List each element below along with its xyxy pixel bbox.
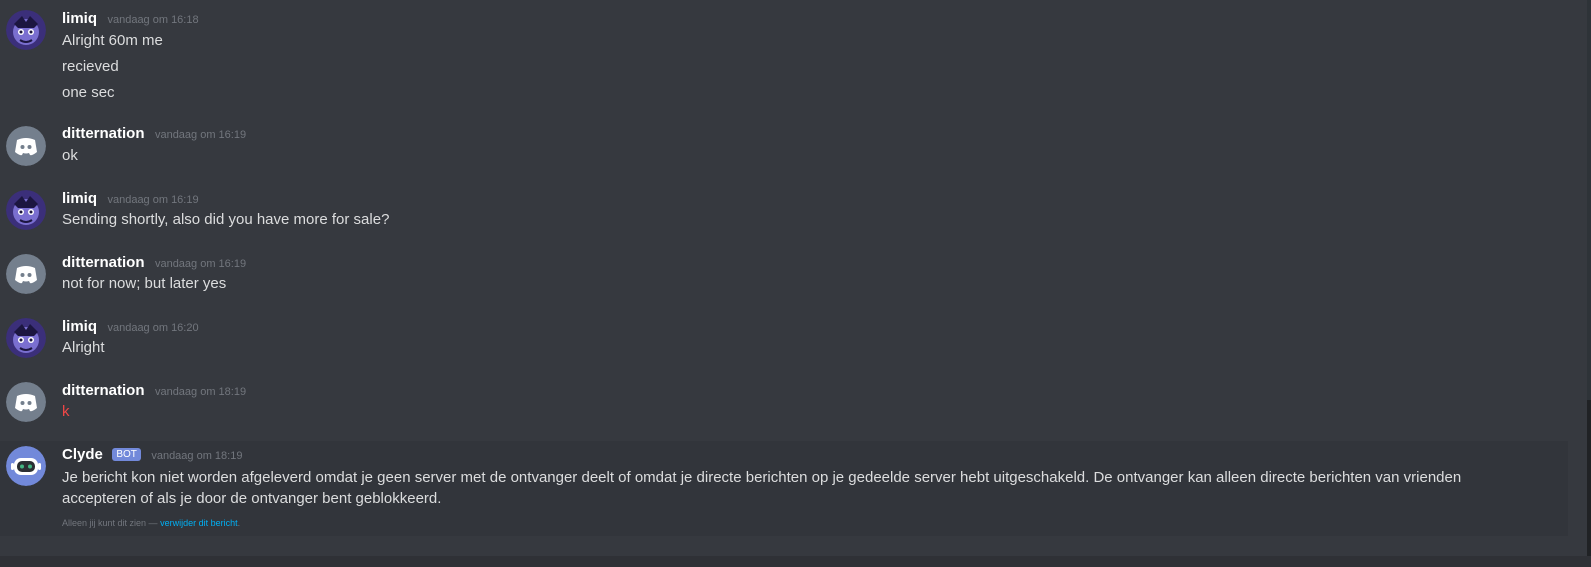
message-text: ok bbox=[62, 147, 78, 164]
discord-logo-icon bbox=[6, 126, 46, 166]
username[interactable]: ditternation bbox=[62, 125, 145, 142]
timestamp[interactable]: vandaag om 16:19 bbox=[155, 129, 246, 141]
timestamp[interactable]: vandaag om 18:19 bbox=[151, 450, 242, 462]
user-avatar-limiq[interactable] bbox=[6, 10, 46, 50]
timestamp[interactable]: vandaag om 16:19 bbox=[155, 258, 246, 270]
username[interactable]: limiq bbox=[62, 190, 97, 207]
user-avatar-limiq[interactable] bbox=[6, 318, 46, 358]
message-text: Alright bbox=[62, 339, 105, 356]
message-text: one sec bbox=[62, 84, 115, 101]
anime-avatar-icon bbox=[6, 10, 46, 50]
username[interactable]: Clyde bbox=[62, 446, 103, 463]
username[interactable]: ditternation bbox=[62, 382, 145, 399]
user-avatar-ditternation[interactable] bbox=[6, 254, 46, 294]
clyde-avatar[interactable] bbox=[6, 446, 46, 486]
message-header: limiq vandaag om 16:18 bbox=[62, 10, 199, 30]
anime-avatar-icon bbox=[6, 318, 46, 358]
discord-logo-icon bbox=[6, 254, 46, 294]
scrollbar-thumb[interactable] bbox=[1587, 400, 1591, 567]
username[interactable]: ditternation bbox=[62, 254, 145, 271]
message-header: Clyde BOT vandaag om 18:19 bbox=[62, 446, 242, 466]
message-text: recieved bbox=[62, 58, 119, 75]
discord-logo-icon bbox=[6, 382, 46, 422]
message-text: not for now; but later yes bbox=[62, 275, 227, 292]
bot-badge: BOT bbox=[112, 448, 141, 461]
scrollbar-track[interactable] bbox=[1587, 0, 1591, 567]
message-header: ditternation vandaag om 16:19 bbox=[62, 254, 246, 274]
username[interactable]: limiq bbox=[62, 10, 97, 27]
ephemeral-notice: Alleen jij kunt dit zien — verwijder dit… bbox=[62, 518, 240, 528]
timestamp[interactable]: vandaag om 18:19 bbox=[155, 386, 246, 398]
chat-messages: limiq vandaag om 16:18 Alright 60m me re… bbox=[0, 0, 1591, 567]
ephemeral-suffix: . bbox=[237, 518, 241, 528]
timestamp[interactable]: vandaag om 16:19 bbox=[107, 194, 198, 206]
message-header: ditternation vandaag om 16:19 bbox=[62, 125, 246, 145]
clyde-message-text: Je bericht kon niet worden afgeleverd om… bbox=[62, 469, 1462, 507]
user-avatar-ditternation[interactable] bbox=[6, 382, 46, 422]
message-header: ditternation vandaag om 18:19 bbox=[62, 382, 246, 402]
timestamp[interactable]: vandaag om 16:18 bbox=[107, 14, 198, 26]
clyde-robot-icon bbox=[6, 446, 46, 486]
ephemeral-note: Alleen jij kunt dit zien — bbox=[62, 518, 158, 528]
message-text: Sending shortly, also did you have more … bbox=[62, 211, 390, 228]
anime-avatar-icon bbox=[6, 190, 46, 230]
username[interactable]: limiq bbox=[62, 318, 97, 335]
message-header: limiq vandaag om 16:20 bbox=[62, 318, 199, 338]
user-avatar-limiq[interactable] bbox=[6, 190, 46, 230]
delete-message-link[interactable]: verwijder dit bericht bbox=[160, 518, 238, 528]
message-text: k bbox=[62, 403, 70, 420]
user-avatar-ditternation[interactable] bbox=[6, 126, 46, 166]
message-input-area[interactable] bbox=[0, 556, 1591, 567]
message-text: Alright 60m me bbox=[62, 32, 163, 49]
timestamp[interactable]: vandaag om 16:20 bbox=[107, 322, 198, 334]
message-header: limiq vandaag om 16:19 bbox=[62, 190, 199, 210]
